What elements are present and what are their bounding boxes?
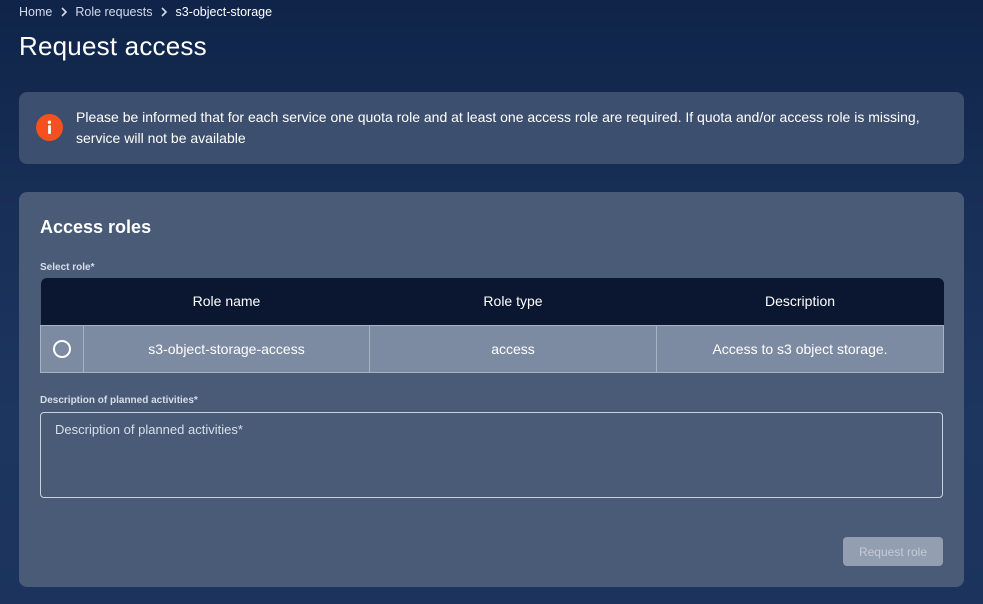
page-title: Request access <box>19 31 207 61</box>
info-alert: Please be informed that for each service… <box>19 92 964 164</box>
table-row[interactable]: s3-object-storage-access access Access t… <box>40 324 944 373</box>
roles-table: Role name Role type Description s3-objec… <box>40 278 944 373</box>
breadcrumb-current: s3-object-storage <box>175 5 273 19</box>
column-header-description: Description <box>656 278 944 325</box>
role-radio-button[interactable] <box>53 339 71 358</box>
table-header-row: Role name Role type Description <box>40 278 944 325</box>
alert-message: Please be informed that for each service… <box>76 109 920 146</box>
role-name-cell: s3-object-storage-access <box>83 324 370 373</box>
column-header-select <box>40 278 84 325</box>
row-select-cell[interactable] <box>40 324 84 373</box>
column-header-role-type: Role type <box>369 278 657 325</box>
request-role-button[interactable]: Request role <box>843 537 943 566</box>
role-description-cell: Access to s3 object storage. <box>656 324 944 373</box>
breadcrumb-role-requests-link[interactable]: Role requests <box>75 5 152 19</box>
breadcrumb: Home Role requests s3-object-storage <box>19 4 272 20</box>
column-header-role-name: Role name <box>83 278 370 325</box>
access-roles-card: Access roles Select role* Role name Role… <box>19 192 964 587</box>
role-type-cell: access <box>369 324 657 373</box>
select-role-label: Select role* <box>40 262 95 273</box>
description-textarea[interactable] <box>40 412 943 498</box>
info-icon <box>36 114 63 141</box>
breadcrumb-home-link[interactable]: Home <box>19 5 52 19</box>
description-field-label: Description of planned activities* <box>40 395 198 406</box>
chevron-right-icon <box>57 5 71 19</box>
section-title: Access roles <box>40 217 152 237</box>
chevron-right-icon <box>157 5 171 19</box>
